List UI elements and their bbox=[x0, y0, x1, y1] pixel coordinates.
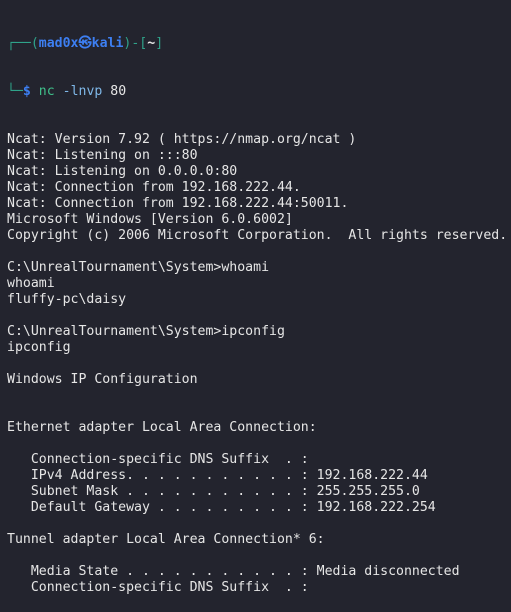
terminal-output: ┌──(mad0x㉿kali)-[~] └─$ nc -lnvp 80 Ncat… bbox=[7, 4, 507, 612]
output-line: Ncat: Listening on :::80 bbox=[7, 148, 198, 163]
output-line: ipconfig bbox=[7, 340, 71, 355]
command-arg: 80 bbox=[110, 84, 127, 99]
output-line: Copyright (c) 2006 Microsoft Corporation… bbox=[7, 228, 508, 243]
output-line: Ncat: Listening on 0.0.0.0:80 bbox=[7, 164, 238, 179]
output-line: Media State . . . . . . . . . . . : Medi… bbox=[7, 564, 460, 579]
command-output: Ncat: Version 7.92 ( https://nmap.org/nc… bbox=[7, 132, 507, 596]
output-line: Default Gateway . . . . . . . . . : 192.… bbox=[7, 500, 436, 515]
output-line: Subnet Mask . . . . . . . . . . . : 255.… bbox=[7, 484, 420, 499]
prompt-cwd: ~ bbox=[147, 36, 156, 51]
prompt-symbol: $ bbox=[22, 84, 31, 99]
output-line: IPv4 Address. . . . . . . . . . . : 192.… bbox=[7, 468, 428, 483]
prompt-host: kali bbox=[91, 36, 124, 51]
output-line: C:\UnrealTournament\System>ipconfig bbox=[7, 324, 285, 339]
output-line: Connection-specific DNS Suffix . : bbox=[7, 452, 309, 467]
output-line: C:\UnrealTournament\System>whoami bbox=[7, 260, 270, 275]
output-line: Ncat: Version 7.92 ( https://nmap.org/nc… bbox=[7, 132, 357, 147]
prompt-line-1: ┌──(mad0x㉿kali)-[~] bbox=[7, 36, 164, 51]
output-line: fluffy-pc\daisy bbox=[7, 292, 127, 307]
output-line: Tunnel adapter Local Area Connection* 6: bbox=[7, 532, 325, 547]
output-line: Ncat: Connection from 192.168.222.44. bbox=[7, 180, 301, 195]
command-name: nc bbox=[38, 84, 55, 99]
prompt-line-2: └─$ nc -lnvp 80 bbox=[7, 84, 127, 99]
output-line: whoami bbox=[7, 276, 55, 291]
prompt-user: mad0x bbox=[38, 36, 79, 51]
output-line: Ethernet adapter Local Area Connection: bbox=[7, 420, 317, 435]
output-line: Ncat: Connection from 192.168.222.44:500… bbox=[7, 196, 349, 211]
output-line: Connection-specific DNS Suffix . : bbox=[7, 580, 309, 595]
prompt-at-symbol: ㉿ bbox=[78, 36, 92, 51]
output-line: Microsoft Windows [Version 6.0.6002] bbox=[7, 212, 293, 227]
command-flags: -lnvp bbox=[62, 84, 103, 99]
output-line: Windows IP Configuration bbox=[7, 372, 198, 387]
